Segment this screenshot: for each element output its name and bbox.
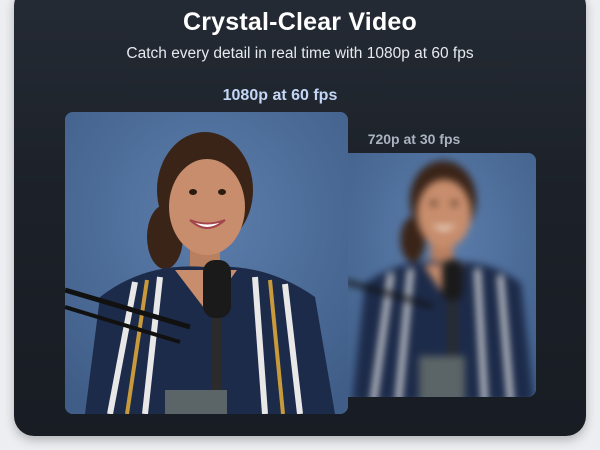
feature-card: Crystal-Clear Video Catch every detail i…: [14, 0, 586, 436]
feature-subtitle: Catch every detail in real time with 108…: [126, 45, 474, 62]
hd-video-image: [65, 112, 348, 414]
feature-title: Crystal-Clear Video: [183, 8, 417, 36]
sd-quality-label: 720p at 30 fps: [367, 131, 461, 147]
hd-video-frame: [65, 112, 348, 414]
hd-quality-label: 1080p at 60 fps: [222, 87, 338, 104]
sd-video-frame: [348, 153, 536, 397]
sd-video-image: [348, 153, 536, 397]
